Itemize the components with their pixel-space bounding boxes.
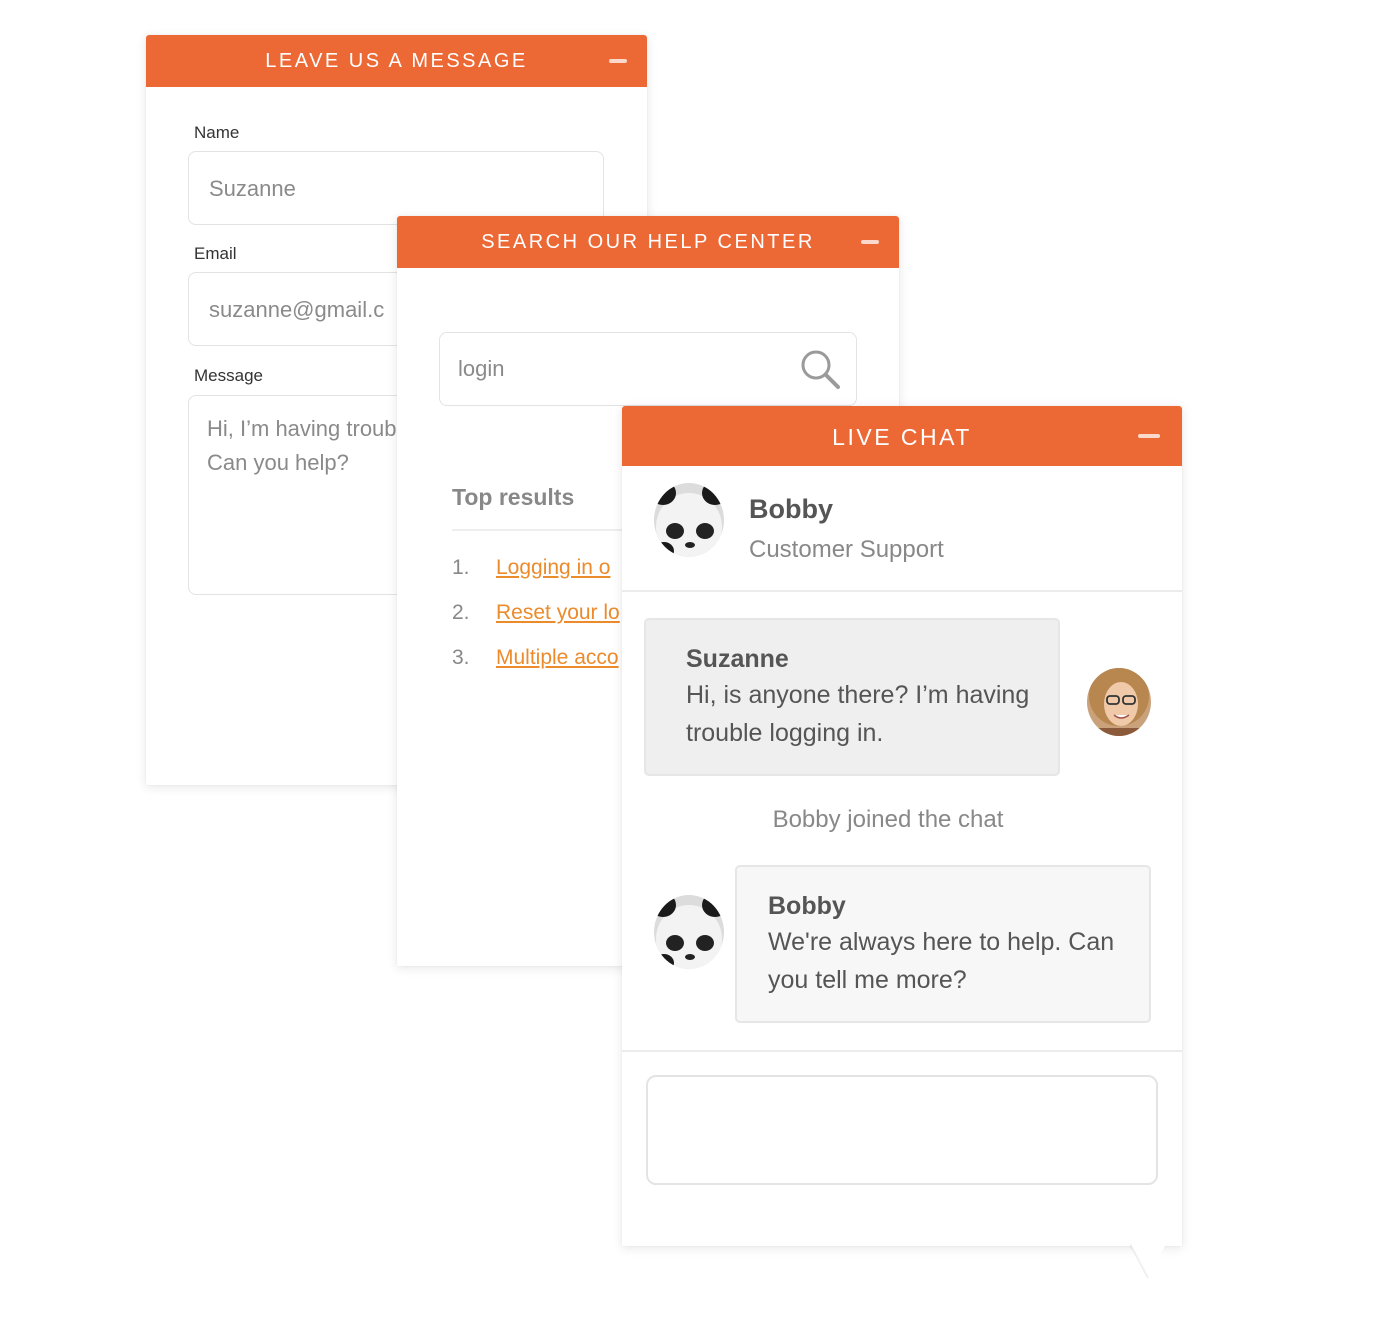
message-sender: Bobby	[768, 892, 846, 920]
user-avatar	[1087, 668, 1151, 736]
minimize-icon[interactable]	[609, 59, 627, 63]
divider	[622, 1050, 1182, 1052]
chat-tail-icon	[1130, 1244, 1166, 1279]
system-message: Bobby joined the chat	[772, 806, 1004, 833]
result-number: 2.	[452, 601, 470, 624]
result-item: 1. Logging in o	[452, 556, 610, 580]
result-item: 2. Reset your lo	[452, 601, 620, 625]
search-input-value: login	[458, 356, 505, 381]
email-label: Email	[194, 244, 237, 263]
message-text: Hi, is anyone there? I’m having trouble …	[686, 681, 1030, 747]
result-link[interactable]: Reset your lo	[496, 601, 620, 624]
name-field[interactable]: Suzanne	[188, 151, 604, 225]
search-icon[interactable]	[798, 347, 842, 391]
message-label: Message	[194, 366, 263, 385]
divider	[452, 529, 632, 531]
chat-message-user: Suzanne Hi, is anyone there? I’m having …	[644, 618, 1060, 776]
minimize-icon[interactable]	[1138, 434, 1160, 438]
result-number: 3.	[452, 646, 470, 669]
top-results-heading: Top results	[452, 484, 575, 510]
search-input[interactable]: login	[439, 332, 857, 406]
chat-message-agent: Bobby We're always here to help. Can you…	[735, 865, 1151, 1023]
leave-message-header: LEAVE US A MESSAGE	[146, 35, 647, 87]
message-sender: Suzanne	[686, 645, 789, 673]
divider	[622, 590, 1182, 592]
message-text: We're always here to help. Can you tell …	[768, 928, 1115, 994]
agent-name: Bobby	[749, 494, 833, 524]
result-link[interactable]: Logging in o	[496, 556, 610, 579]
agent-role: Customer Support	[749, 536, 944, 563]
name-label: Name	[194, 123, 240, 142]
agent-avatar	[654, 483, 724, 557]
help-center-header: SEARCH OUR HELP CENTER	[397, 216, 899, 268]
result-number: 1.	[452, 556, 470, 579]
help-center-title: SEARCH OUR HELP CENTER	[481, 231, 815, 253]
leave-message-title: LEAVE US A MESSAGE	[265, 50, 528, 72]
result-link[interactable]: Multiple acco	[496, 646, 619, 669]
agent-avatar	[654, 895, 724, 969]
chat-input[interactable]	[646, 1075, 1158, 1185]
minimize-icon[interactable]	[861, 240, 879, 244]
result-item: 3. Multiple acco	[452, 646, 619, 670]
live-chat-title: LIVE CHAT	[832, 424, 972, 450]
live-chat-header: LIVE CHAT	[622, 406, 1182, 466]
live-chat-panel: LIVE CHAT Bobby Customer Support Suzanne…	[622, 406, 1182, 1279]
